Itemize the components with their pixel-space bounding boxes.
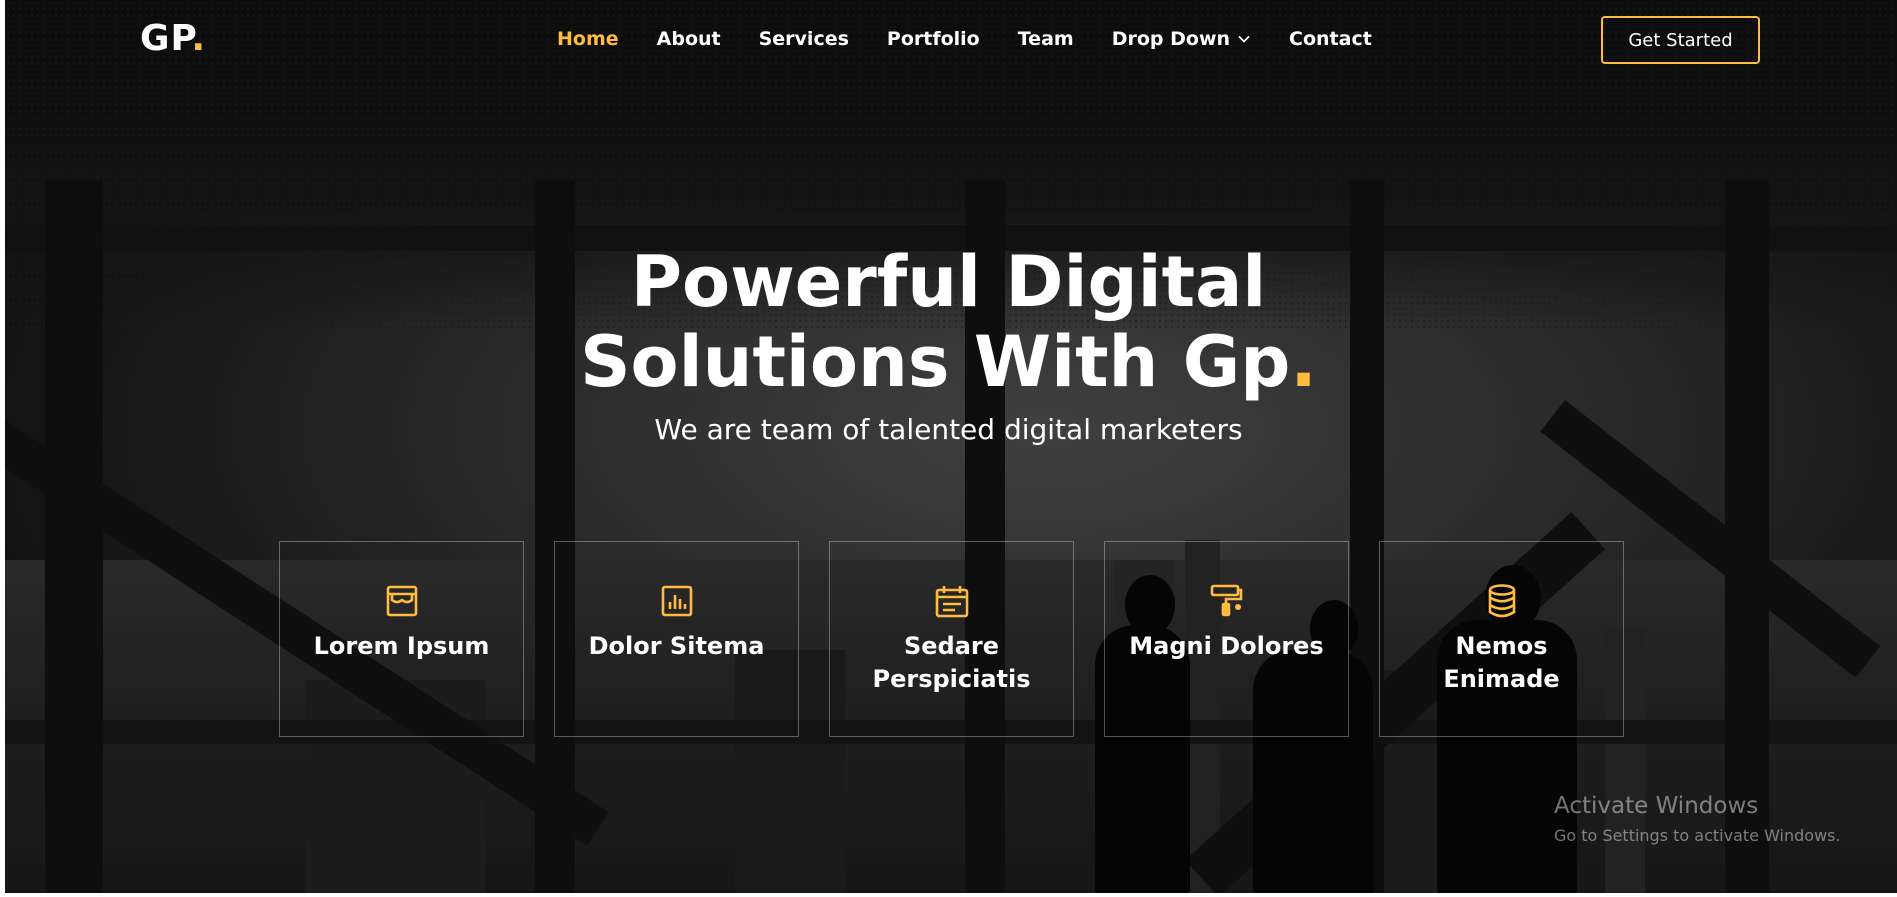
hero-title-line2: Solutions With Gp. xyxy=(0,322,1897,402)
feature-box-magni-dolores[interactable]: Magni Dolores xyxy=(1104,541,1349,737)
nav-item-about[interactable]: About xyxy=(657,28,721,50)
feature-boxes: Lorem Ipsum Dolor Sitema Sedare Perspici… xyxy=(279,541,1624,737)
windows-activation-title: Activate Windows xyxy=(1554,793,1759,819)
site-logo[interactable]: GP. xyxy=(140,18,206,59)
feature-label: Lorem Ipsum xyxy=(313,632,490,660)
top-navbar: GP. Home About Services Portfolio Team D… xyxy=(0,0,1897,80)
logo-text: GP xyxy=(140,18,192,59)
hero-title: Powerful Digital Solutions With Gp. xyxy=(0,242,1897,402)
nav-item-team[interactable]: Team xyxy=(1018,28,1074,50)
nav-item-dropdown-label: Drop Down xyxy=(1111,28,1231,50)
chevron-down-icon xyxy=(1237,32,1251,46)
feature-label: Sedare Perspiciatis xyxy=(872,632,1031,693)
nav-item-services[interactable]: Services xyxy=(759,28,849,50)
calendar-icon xyxy=(933,582,971,620)
hero-subtitle: We are team of talented digital marketer… xyxy=(654,413,1243,446)
hero-title-line2-text: Solutions With Gp xyxy=(580,321,1291,403)
bar-chart-icon xyxy=(658,582,696,620)
paint-roller-icon xyxy=(1208,582,1246,620)
feature-label: Magni Dolores xyxy=(1129,632,1324,660)
feature-box-dolor-sitema[interactable]: Dolor Sitema xyxy=(554,541,799,737)
feature-label: Dolor Sitema xyxy=(588,632,765,660)
logo-dot: . xyxy=(191,18,207,59)
main-menu: Home About Services Portfolio Team Drop … xyxy=(557,28,1410,50)
hero-title-dot: . xyxy=(1290,321,1317,403)
feature-box-lorem-ipsum[interactable]: Lorem Ipsum xyxy=(279,541,524,737)
hero-background xyxy=(5,0,1897,893)
windows-activation-subtitle: Go to Settings to activate Windows. xyxy=(1554,826,1841,845)
nav-item-contact[interactable]: Contact xyxy=(1289,28,1372,50)
feature-label: Nemos Enimade xyxy=(1443,632,1560,693)
feature-box-sedare-perspiciatis[interactable]: Sedare Perspiciatis xyxy=(829,541,1074,737)
nav-item-dropdown[interactable]: Drop Down xyxy=(1112,28,1251,50)
nav-item-portfolio[interactable]: Portfolio xyxy=(887,28,980,50)
dark-overlay xyxy=(5,0,1897,893)
get-started-button[interactable]: Get Started xyxy=(1601,16,1760,64)
nav-item-home[interactable]: Home xyxy=(557,28,619,50)
database-icon xyxy=(1483,582,1521,620)
hero-title-line1: Powerful Digital xyxy=(630,241,1267,323)
feature-box-nemos-enimade[interactable]: Nemos Enimade xyxy=(1379,541,1624,737)
store-icon xyxy=(383,582,421,620)
